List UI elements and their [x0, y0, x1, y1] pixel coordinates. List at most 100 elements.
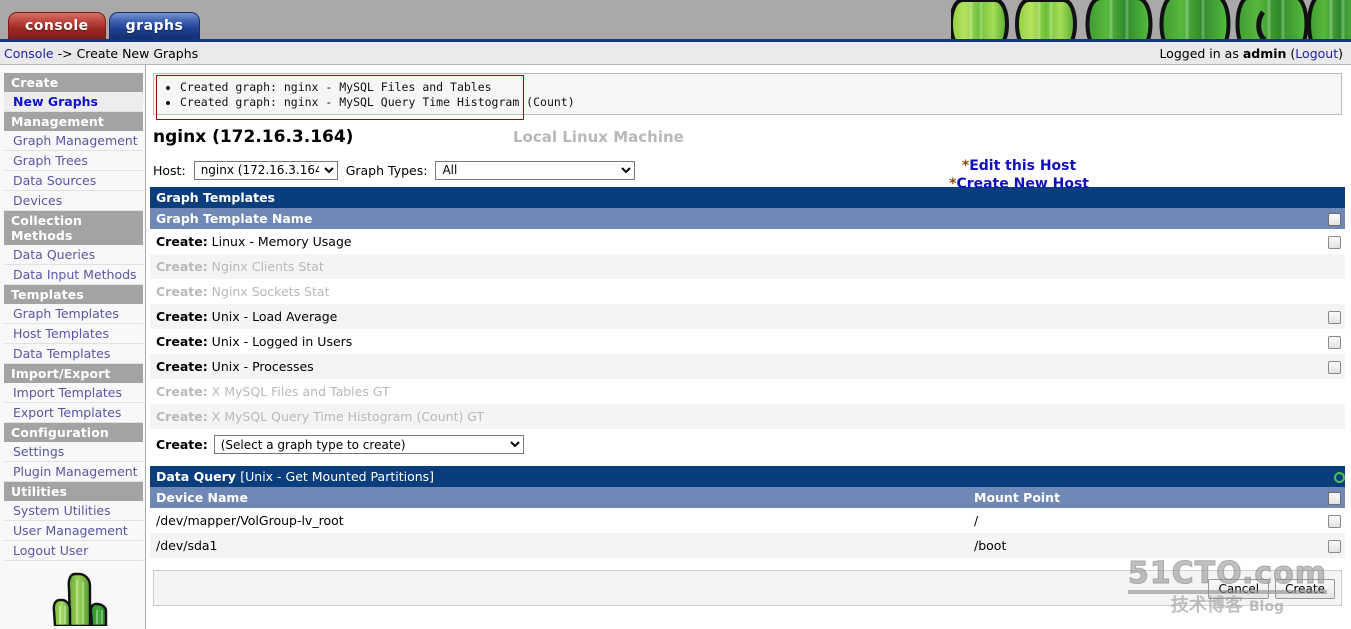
row-checkbox-cell: [1317, 354, 1345, 379]
tab-console-label: console: [25, 18, 89, 34]
create-graph-type-row: Create: (Select a graph type to create): [150, 429, 1345, 460]
create-prefix: Create:: [156, 359, 208, 374]
login-user: admin: [1242, 45, 1287, 61]
cactus-icon: [46, 560, 118, 629]
sidebar-item-plugin-management[interactable]: Plugin Management: [4, 462, 143, 482]
breadcrumb-console-link[interactable]: Console: [4, 46, 54, 61]
graph-template-name-cell: Create: Nginx Clients Stat: [150, 254, 1317, 279]
row-checkbox-cell: [1317, 533, 1345, 558]
table-row[interactable]: Create: Linux - Memory Usage: [150, 229, 1345, 254]
device-name-cell: /dev/mapper/VolGroup-lv_root: [150, 508, 968, 533]
tab-graphs[interactable]: graphs: [108, 12, 201, 39]
graph-template-name-cell: Create: Nginx Sockets Stat: [150, 279, 1317, 304]
sidebar-item-devices[interactable]: Devices: [4, 191, 143, 211]
login-status: Logged in as admin (Logout): [1159, 46, 1343, 61]
sidebar-item-import-templates[interactable]: Import Templates: [4, 383, 143, 403]
sidebar-item-graph-management[interactable]: Graph Management: [4, 131, 143, 151]
sidebar-item-graph-trees[interactable]: Graph Trees: [4, 151, 143, 171]
sidebar-item-logout-user[interactable]: Logout User: [4, 541, 143, 561]
create-prefix: Create:: [156, 284, 208, 299]
table-row[interactable]: /dev/mapper/VolGroup-lv_root /: [150, 508, 1345, 533]
green-circle-icon[interactable]: [1334, 472, 1345, 483]
graph-types-label: Graph Types:: [345, 162, 428, 178]
row-checkbox-cell: [1317, 254, 1345, 279]
graph-templates-title: Graph Templates: [150, 187, 1345, 208]
data-query-table: Data Query [Unix - Get Mounted Partition…: [150, 466, 1345, 558]
table-row[interactable]: Create: X MySQL Files and Tables GT: [150, 379, 1345, 404]
sidebar-item-new-graphs[interactable]: New Graphs: [4, 92, 143, 112]
sidebar-header-management: Management: [4, 112, 143, 131]
row-checkbox[interactable]: [1327, 361, 1341, 374]
sidebar-header-import-export: Import/Export: [4, 364, 143, 383]
data-query-header-row: Device Name Mount Point: [150, 487, 1345, 508]
graph-templates-title-row: Graph Templates: [150, 187, 1345, 208]
graph-template-name: Unix - Load Average: [207, 309, 338, 324]
cacti-logo: [951, 0, 1351, 39]
create-graph-type-select[interactable]: (Select a graph type to create): [213, 435, 524, 454]
host-select[interactable]: nginx (172.16.3.164): [193, 160, 338, 180]
page-body: Create New Graphs Management Graph Manageme…: [0, 65, 1351, 629]
row-checkbox-cell: [1317, 329, 1345, 354]
logout-link[interactable]: Logout: [1295, 46, 1338, 61]
row-checkbox[interactable]: [1327, 311, 1341, 324]
filter-row: Host: nginx (172.16.3.164) Graph Types: …: [153, 159, 1342, 181]
create-prefix: Create:: [156, 409, 208, 424]
graph-template-name: Unix - Logged in Users: [207, 334, 353, 349]
sidebar: Create New Graphs Management Graph Manageme…: [0, 65, 146, 629]
breadcrumb-separator: ->: [57, 45, 73, 61]
graph-templates-table: Graph Templates Graph Template Name Crea…: [150, 187, 1345, 429]
graph-template-name-cell: Create: X MySQL Query Time Histogram (Co…: [150, 404, 1317, 429]
cancel-button[interactable]: Cancel: [1208, 579, 1270, 599]
table-row[interactable]: Create: Nginx Sockets Stat: [150, 279, 1345, 304]
row-checkbox-cell: [1317, 304, 1345, 329]
mount-point-header: Mount Point: [968, 487, 1317, 508]
table-row[interactable]: Create: Unix - Logged in Users: [150, 329, 1345, 354]
row-checkbox[interactable]: [1327, 336, 1341, 349]
host-action-links: *Edit this Host *Create New Host: [949, 157, 1089, 193]
breadcrumb-bar: Console -> Create New Graphs Logged in a…: [0, 42, 1351, 65]
tab-console[interactable]: console: [8, 12, 106, 39]
row-checkbox[interactable]: [1327, 540, 1341, 553]
row-checkbox-cell: [1317, 229, 1345, 254]
message-item: Created graph: nginx - MySQL Files and T…: [180, 80, 1333, 95]
graph-template-name-cell: Create: Unix - Logged in Users: [150, 329, 1317, 354]
graph-templates-rows: Create: Linux - Memory Usage Create: Ngin…: [150, 229, 1345, 429]
create-button[interactable]: Create: [1275, 579, 1335, 599]
top-banner: console graphs: [0, 0, 1351, 42]
table-row[interactable]: /dev/sda1/boot: [150, 533, 1345, 558]
create-prefix: Create:: [156, 309, 208, 324]
table-row[interactable]: Create: Unix - Processes: [150, 354, 1345, 379]
select-all-checkbox[interactable]: [1327, 213, 1341, 226]
sidebar-item-data-templates[interactable]: Data Templates: [4, 344, 143, 364]
data-query-rows: /dev/mapper/VolGroup-lv_root //dev/sda1/b…: [150, 508, 1345, 558]
row-checkbox[interactable]: [1327, 515, 1341, 528]
sidebar-header-configuration: Configuration: [4, 423, 143, 442]
sidebar-item-data-input-methods[interactable]: Data Input Methods: [4, 265, 143, 285]
sidebar-item-host-templates[interactable]: Host Templates: [4, 324, 143, 344]
data-query-select-all-checkbox[interactable]: [1327, 492, 1341, 505]
graph-types-select[interactable]: All: [435, 160, 636, 180]
table-row[interactable]: Create: Unix - Load Average: [150, 304, 1345, 329]
sidebar-item-export-templates[interactable]: Export Templates: [4, 403, 143, 423]
create-new-host-link[interactable]: Create New Host: [956, 176, 1089, 192]
sidebar-item-system-utilities[interactable]: System Utilities: [4, 501, 143, 521]
data-query-title-row: Data Query [Unix - Get Mounted Partition…: [150, 466, 1345, 487]
sidebar-item-settings[interactable]: Settings: [4, 442, 143, 462]
graph-template-name: Unix - Processes: [207, 359, 314, 374]
sidebar-item-user-management[interactable]: User Management: [4, 521, 143, 541]
data-query-title-bold: Data Query: [156, 469, 236, 484]
sidebar-item-graph-templates[interactable]: Graph Templates: [4, 304, 143, 324]
graph-template-name-cell: Create: X MySQL Files and Tables GT: [150, 379, 1317, 404]
data-query-title-rest: [Unix - Get Mounted Partitions]: [240, 469, 435, 484]
page-title: nginx (172.16.3.164): [153, 127, 354, 147]
graph-template-name-cell: Create: Linux - Memory Usage: [150, 229, 1317, 254]
row-checkbox[interactable]: [1327, 236, 1341, 249]
sidebar-item-data-sources[interactable]: Data Sources: [4, 171, 143, 191]
table-row[interactable]: Create: Nginx Clients Stat: [150, 254, 1345, 279]
edit-this-host-link[interactable]: Edit this Host: [969, 158, 1076, 174]
sidebar-item-data-queries[interactable]: Data Queries: [4, 245, 143, 265]
table-row[interactable]: Create: X MySQL Query Time Histogram (Co…: [150, 404, 1345, 429]
create-prefix: Create:: [156, 234, 208, 249]
row-checkbox-cell: [1317, 379, 1345, 404]
row-checkbox-cell: [1317, 279, 1345, 304]
